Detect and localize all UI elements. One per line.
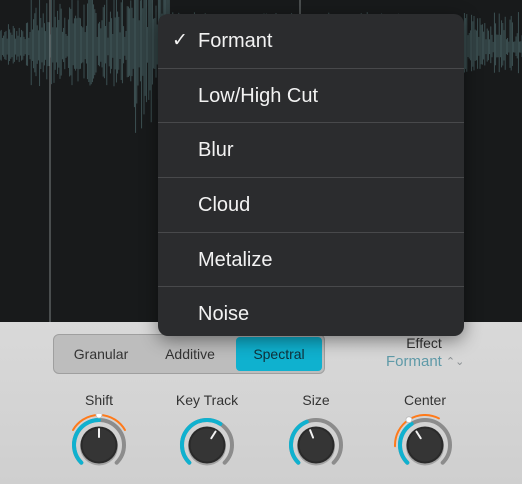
menu-item-formant[interactable]: ✓ Formant bbox=[158, 14, 464, 69]
control-panel: Granular Additive Spectral Effect Forman… bbox=[0, 322, 522, 484]
menu-item-label: Blur bbox=[198, 139, 234, 162]
shift-knob[interactable] bbox=[68, 414, 130, 476]
knob-cap-inner bbox=[408, 428, 442, 462]
knob-label-shift: Shift bbox=[84, 392, 113, 408]
effect-dropdown-menu: ✓ Formant Low/High Cut Blur Cloud Metali… bbox=[158, 14, 464, 336]
effect-select[interactable]: Formant ⌃⌄ bbox=[386, 353, 464, 370]
knob-label-key-track: Key Track bbox=[175, 392, 239, 408]
effect-label: Effect bbox=[406, 335, 442, 351]
menu-item-label: Low/High Cut bbox=[198, 84, 319, 107]
knob-cap-inner bbox=[190, 428, 224, 462]
mode-additive-button[interactable]: Additive bbox=[146, 337, 234, 371]
effect-value: Formant bbox=[386, 353, 442, 370]
size-knob[interactable] bbox=[285, 414, 347, 476]
chevron-up-down-icon: ⌃⌄ bbox=[445, 356, 465, 368]
menu-item-metalize[interactable]: Metalize bbox=[158, 233, 464, 288]
menu-item-label: Formant bbox=[198, 30, 273, 52]
mode-selector: Granular Additive Spectral bbox=[53, 334, 325, 374]
menu-item-label: Cloud bbox=[198, 193, 251, 216]
menu-item-label: Noise bbox=[198, 303, 250, 326]
knob-cap-inner bbox=[299, 428, 333, 462]
center-knob[interactable] bbox=[394, 414, 456, 476]
menu-item-low-high-cut[interactable]: Low/High Cut bbox=[158, 69, 464, 124]
modulation-handle bbox=[95, 414, 103, 419]
checkmark-icon: ✓ bbox=[172, 30, 188, 51]
menu-item-blur[interactable]: Blur bbox=[158, 123, 464, 178]
key-track-knob[interactable] bbox=[176, 414, 238, 476]
mode-granular-button[interactable]: Granular bbox=[58, 337, 144, 371]
knob-label-size: Size bbox=[302, 392, 330, 408]
menu-item-label: Metalize bbox=[198, 248, 273, 271]
menu-item-cloud[interactable]: Cloud bbox=[158, 178, 464, 233]
mode-spectral-button[interactable]: Spectral bbox=[236, 337, 322, 371]
menu-item-noise[interactable]: Noise bbox=[158, 287, 464, 336]
knob-label-center: Center bbox=[403, 392, 447, 408]
modulation-handle bbox=[405, 416, 413, 424]
